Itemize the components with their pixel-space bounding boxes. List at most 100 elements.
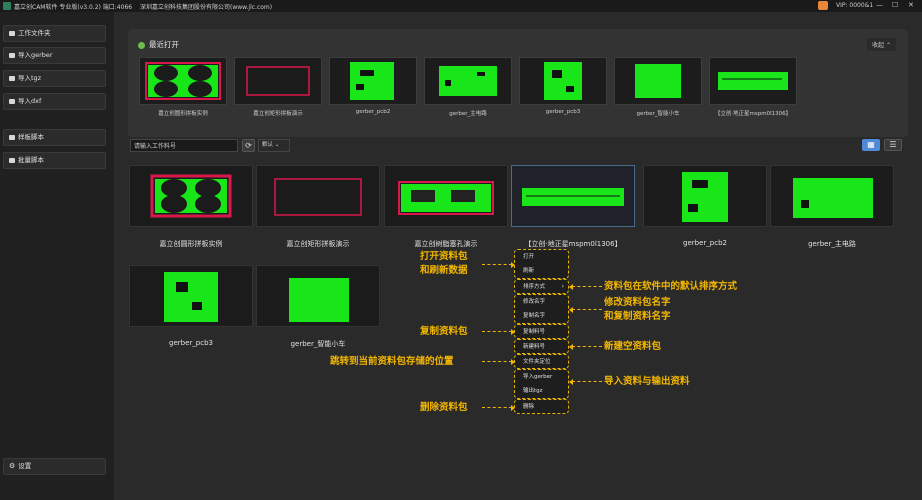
project-card[interactable] <box>256 265 380 327</box>
title-bar: 嘉立创CAM软件 专业版(v3.0.2) 端口:4066 深圳嘉立创科技集团股份… <box>0 0 922 12</box>
card-label: 嘉立创矩形拼板演示 <box>286 240 350 248</box>
folder-icon <box>9 135 15 140</box>
card-thumb <box>150 174 232 218</box>
sidebar-item-label: 导入gerber <box>18 51 53 59</box>
recent-label: 嘉立创圆形拼板实例 <box>158 111 208 117</box>
recent-thumb <box>718 72 788 90</box>
annotation-open-line2: 和刷新数据 <box>420 265 468 276</box>
project-card-selected[interactable] <box>511 165 635 227</box>
grid-view-icon[interactable]: ▦ <box>862 139 880 151</box>
annotation-rename-line2: 和复制资料名字 <box>604 311 671 322</box>
recent-label: 【立创·地正星mspm0l1306】 <box>714 111 792 117</box>
sidebar-item-import-dxf[interactable]: 导入dxf <box>3 93 106 110</box>
menu-locate-folder[interactable]: 文件夹定位 <box>515 355 568 369</box>
annotation-arrow <box>482 359 515 365</box>
menu-open[interactable]: 打开 <box>515 250 568 264</box>
close-icon[interactable]: ✕ <box>908 1 914 9</box>
annotation-arrow <box>482 329 515 335</box>
sidebar-item-batch-script[interactable]: 批量脚本 <box>3 152 106 169</box>
recent-item[interactable] <box>139 57 227 105</box>
card-thumb <box>164 272 218 322</box>
annotation-delete: 删除资料包 <box>420 402 468 413</box>
sidebar-item-import-gerber[interactable]: 导入gerber <box>3 47 106 64</box>
recent-title: 最近打开 <box>138 39 179 50</box>
vip-status[interactable]: VIP: 0000&1 <box>836 2 873 9</box>
sidebar-item-workfolder[interactable]: 工作文件夹 <box>3 25 106 42</box>
card-thumb <box>274 178 362 216</box>
card-thumb <box>289 278 349 322</box>
project-card[interactable] <box>129 265 253 327</box>
annotation-arrow <box>482 405 515 411</box>
sidebar-item-import-tgz[interactable]: 导入tgz <box>3 70 106 87</box>
sidebar-item-label: 工作文件夹 <box>18 29 51 37</box>
recent-item[interactable] <box>519 57 607 105</box>
recent-thumb <box>145 62 221 100</box>
recent-item[interactable] <box>614 57 702 105</box>
app-logo-icon <box>3 2 11 10</box>
recent-item[interactable] <box>234 57 322 105</box>
project-card[interactable] <box>384 165 508 227</box>
main-content: 最近打开 收起 ⌃ 嘉立创圆形拼板实例 嘉立创矩形拼板演示 gerber_pcb… <box>114 12 922 500</box>
folder-icon <box>9 158 15 163</box>
card-label: gerber_主电路 <box>808 240 856 248</box>
card-label: gerber_智能小车 <box>290 340 346 348</box>
project-card[interactable] <box>643 165 767 227</box>
recent-item[interactable] <box>424 57 512 105</box>
card-thumb <box>522 188 624 206</box>
annotation-arrow <box>569 344 602 350</box>
menu-export-tgz[interactable]: 输出tgz <box>515 384 568 398</box>
project-card[interactable] <box>129 165 253 227</box>
sidebar-item-settings[interactable]: ⚙ 设置 <box>3 458 106 475</box>
card-label: gerber_pcb2 <box>683 239 727 247</box>
menu-delete[interactable]: 删除 <box>515 400 568 414</box>
menu-group-rename: 修改名字 复制名字 <box>514 294 569 324</box>
menu-rename[interactable]: 修改名字 <box>515 295 568 309</box>
menu-refresh[interactable]: 刷新 <box>515 264 568 278</box>
recent-item[interactable] <box>329 57 417 105</box>
refresh-icon[interactable]: ⟳ <box>242 139 255 152</box>
annotation-arrow <box>482 262 515 268</box>
menu-sort-label: 排序方式 <box>523 284 546 290</box>
card-thumb <box>682 172 728 222</box>
menu-group-locate: 文件夹定位 <box>514 354 569 369</box>
project-card[interactable] <box>770 165 894 227</box>
collapse-button[interactable]: 收起 ⌃ <box>867 38 896 51</box>
annotation-copy: 复制资料包 <box>420 326 468 337</box>
folder-icon <box>9 99 15 104</box>
recent-title-text: 最近打开 <box>149 40 179 49</box>
maximize-icon[interactable]: ☐ <box>892 1 898 9</box>
list-view-icon[interactable]: ☰ <box>884 139 902 151</box>
project-card[interactable] <box>256 165 380 227</box>
menu-group-sort: 排序方式 › <box>514 279 569 294</box>
sort-select[interactable]: 默认 ⌄ <box>258 139 290 152</box>
sidebar-item-sample-script[interactable]: 样板脚本 <box>3 129 106 146</box>
annotation-open-line1: 打开资料包 <box>420 251 468 262</box>
menu-new-package[interactable]: 新建料号 <box>515 340 568 354</box>
search-input[interactable] <box>130 139 238 152</box>
menu-group-import: 导入gerber 输出tgz <box>514 369 569 399</box>
sidebar-item-label: 设置 <box>18 462 32 470</box>
menu-copy-name[interactable]: 复制名字 <box>515 309 568 323</box>
annotation-locate: 跳转到当前资料包存储的位置 <box>330 356 454 367</box>
annotation-new: 新建空资料包 <box>604 341 662 352</box>
menu-copy-package[interactable]: 复制料号 <box>515 325 568 339</box>
annotation-arrow <box>569 307 602 313</box>
recent-label: gerber_pcb3 <box>545 109 581 115</box>
app-title: 嘉立创CAM软件 专业版(v3.0.2) 端口:4066 <box>14 4 133 11</box>
sidebar-item-label: 导入tgz <box>18 74 42 82</box>
menu-group-new: 新建料号 <box>514 339 569 354</box>
recent-label: gerber_主电路 <box>449 111 487 117</box>
folder-icon <box>9 53 15 58</box>
recent-thumb <box>635 64 681 98</box>
card-label: 【立创·地正星mspm0l1306】 <box>524 240 622 248</box>
card-thumb <box>398 181 494 215</box>
menu-import-gerber[interactable]: 导入gerber <box>515 370 568 384</box>
avatar[interactable] <box>818 1 828 10</box>
recent-item[interactable] <box>709 57 797 105</box>
recent-label: gerber_智能小车 <box>636 111 680 117</box>
sidebar: 工作文件夹 导入gerber 导入tgz 导入dxf 样板脚本 批量脚本 ⚙ 设置 <box>0 12 112 500</box>
sidebar-item-label: 导入dxf <box>18 97 42 105</box>
menu-sort[interactable]: 排序方式 › <box>515 280 568 294</box>
card-label: 嘉立创圆形拼板实例 <box>159 240 223 248</box>
minimize-icon[interactable]: — <box>876 1 883 9</box>
